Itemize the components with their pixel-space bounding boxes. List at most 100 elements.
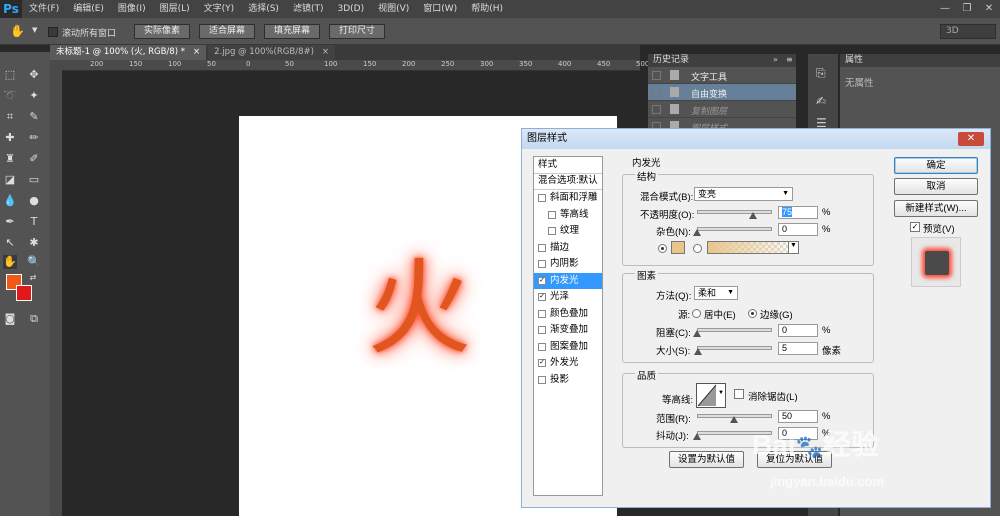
menu-item[interactable]: 图像(I) <box>111 0 153 18</box>
lasso-icon[interactable]: ➰ <box>3 89 17 103</box>
fill-screen-button[interactable]: 填充屏幕 <box>264 24 320 39</box>
menu-item[interactable]: 视图(V) <box>371 0 416 18</box>
style-list-item[interactable]: 渐变叠加 <box>534 322 602 339</box>
style-checkbox[interactable] <box>538 326 546 335</box>
workspace-select[interactable]: 3D <box>940 24 996 39</box>
noise-slider-thumb[interactable] <box>693 229 701 236</box>
quick-mask-icon[interactable]: ◙ <box>3 312 17 326</box>
history-item[interactable]: 自由变换 <box>648 84 796 101</box>
close-icon[interactable]: ✕ <box>978 0 1000 18</box>
preview-checkbox[interactable]: ✓ <box>910 222 920 232</box>
noise-slider[interactable] <box>697 227 772 231</box>
history-snapshot-checkbox[interactable] <box>652 88 661 97</box>
blur-icon[interactable]: 💧 <box>3 194 17 208</box>
method-select[interactable]: 柔和 ▼ <box>694 286 738 300</box>
move-icon[interactable]: ✥ <box>27 68 41 82</box>
history-item[interactable]: 文字工具 <box>648 67 796 84</box>
gradient-picker[interactable]: ▼ <box>707 241 799 254</box>
style-list-item[interactable]: 样式 <box>534 157 602 174</box>
brush-panel-icon[interactable]: ✍ <box>816 94 826 108</box>
choke-slider-thumb[interactable] <box>693 330 701 337</box>
menu-item[interactable]: 文件(F) <box>22 0 66 18</box>
scroll-all-checkbox[interactable] <box>48 27 58 40</box>
menu-item[interactable]: 选择(S) <box>241 0 286 18</box>
style-checkbox[interactable] <box>538 342 546 351</box>
jitter-slider-thumb[interactable] <box>693 433 701 440</box>
style-list-item[interactable]: ✓ 内发光 <box>534 272 602 289</box>
fit-screen-button[interactable]: 适合屏幕 <box>199 24 255 39</box>
history-snapshot-checkbox[interactable] <box>652 105 661 114</box>
make-default-button[interactable]: 设置为默认值 <box>669 451 744 468</box>
chevron-down-icon[interactable]: ▼ <box>32 26 37 34</box>
menu-item[interactable]: 3D(D) <box>330 0 371 18</box>
size-slider[interactable] <box>697 346 772 350</box>
crop-icon[interactable]: ⌗ <box>3 110 17 124</box>
dodge-icon[interactable]: ● <box>27 194 41 208</box>
glow-color-swatch[interactable] <box>671 241 685 254</box>
hand-tool-icon[interactable]: ✋ <box>10 24 25 38</box>
opacity-slider[interactable] <box>697 210 772 214</box>
choke-slider[interactable] <box>697 328 772 332</box>
source-edge-radio[interactable] <box>748 309 757 318</box>
style-checkbox[interactable] <box>538 375 546 384</box>
path-select-icon[interactable]: ↖ <box>3 236 17 250</box>
gradient-icon[interactable]: ▭ <box>27 173 41 187</box>
contour-picker[interactable]: ▼ <box>696 383 726 408</box>
style-list-item[interactable]: 等高线 <box>534 207 602 224</box>
style-checkbox[interactable]: ✓ <box>538 276 546 285</box>
opacity-input[interactable]: 75 <box>778 206 818 219</box>
style-checkbox[interactable] <box>538 243 546 252</box>
menu-item[interactable]: 窗口(W) <box>416 0 464 18</box>
history-panel-icon[interactable]: ⎘ <box>816 66 826 81</box>
tab-close-icon[interactable]: × <box>322 45 329 60</box>
type-icon[interactable]: T <box>27 215 41 229</box>
menu-item[interactable]: 编辑(E) <box>66 0 111 18</box>
style-list-item[interactable]: 投影 <box>534 372 602 389</box>
magic-wand-icon[interactable]: ✦ <box>27 89 41 103</box>
style-list-item[interactable]: 图案叠加 <box>534 339 602 356</box>
style-checkbox[interactable]: ✓ <box>538 359 546 368</box>
choke-input[interactable]: 0 <box>778 324 818 337</box>
tab-2-jpg[interactable]: 2.jpg @ 100%(RGB/8#) × <box>208 45 336 60</box>
cancel-button[interactable]: 取消 <box>894 178 978 195</box>
marquee-icon[interactable]: ⬚ <box>3 68 17 82</box>
style-checkbox[interactable] <box>538 309 546 318</box>
style-list-item[interactable]: 纹理 <box>534 223 602 240</box>
noise-input[interactable]: 0 <box>778 223 818 236</box>
panel-collapse-icon[interactable]: » <box>773 55 778 64</box>
minimize-icon[interactable]: — <box>934 0 956 18</box>
style-checkbox[interactable]: ✓ <box>538 293 546 302</box>
menu-item[interactable]: 文字(Y) <box>197 0 242 18</box>
style-checkbox[interactable] <box>538 260 546 269</box>
source-center-radio[interactable] <box>692 309 701 318</box>
history-snapshot-checkbox[interactable] <box>652 71 661 80</box>
opacity-slider-thumb[interactable] <box>749 212 758 219</box>
blend-mode-select[interactable]: 变亮 ▼ <box>694 187 793 201</box>
actual-pixels-button[interactable]: 实际像素 <box>134 24 190 39</box>
style-list-item[interactable]: 描边 <box>534 240 602 257</box>
style-checkbox[interactable] <box>548 210 556 219</box>
new-style-button[interactable]: 新建样式(W)... <box>894 200 978 217</box>
size-slider-thumb[interactable] <box>694 348 702 355</box>
style-checkbox[interactable] <box>538 194 546 203</box>
restore-icon[interactable]: ❐ <box>956 0 978 18</box>
anti-alias-checkbox[interactable] <box>734 389 744 399</box>
range-slider-thumb[interactable] <box>730 416 738 423</box>
style-list-item[interactable]: 斜面和浮雕 <box>534 190 602 207</box>
stamp-icon[interactable]: ♜ <box>3 152 17 166</box>
screen-mode-icon[interactable]: ⧉ <box>27 312 41 326</box>
style-list-item[interactable]: 混合选项:默认 <box>534 174 602 190</box>
brush-icon[interactable]: ✏ <box>27 131 41 145</box>
hand-icon[interactable]: ✋ <box>3 255 17 269</box>
print-size-button[interactable]: 打印尺寸 <box>329 24 385 39</box>
eraser-icon[interactable]: ◪ <box>3 173 17 187</box>
healing-icon[interactable]: ✚ <box>3 131 17 145</box>
solid-color-radio[interactable] <box>658 244 667 253</box>
shape-icon[interactable]: ✱ <box>27 236 41 250</box>
menu-item[interactable]: 帮助(H) <box>464 0 510 18</box>
zoom-icon[interactable]: 🔍 <box>27 255 41 269</box>
style-list-item[interactable]: 颜色叠加 <box>534 306 602 323</box>
range-input[interactable]: 50 <box>778 410 818 423</box>
menu-item[interactable]: 图层(L) <box>153 0 197 18</box>
style-checkbox[interactable] <box>548 227 556 236</box>
